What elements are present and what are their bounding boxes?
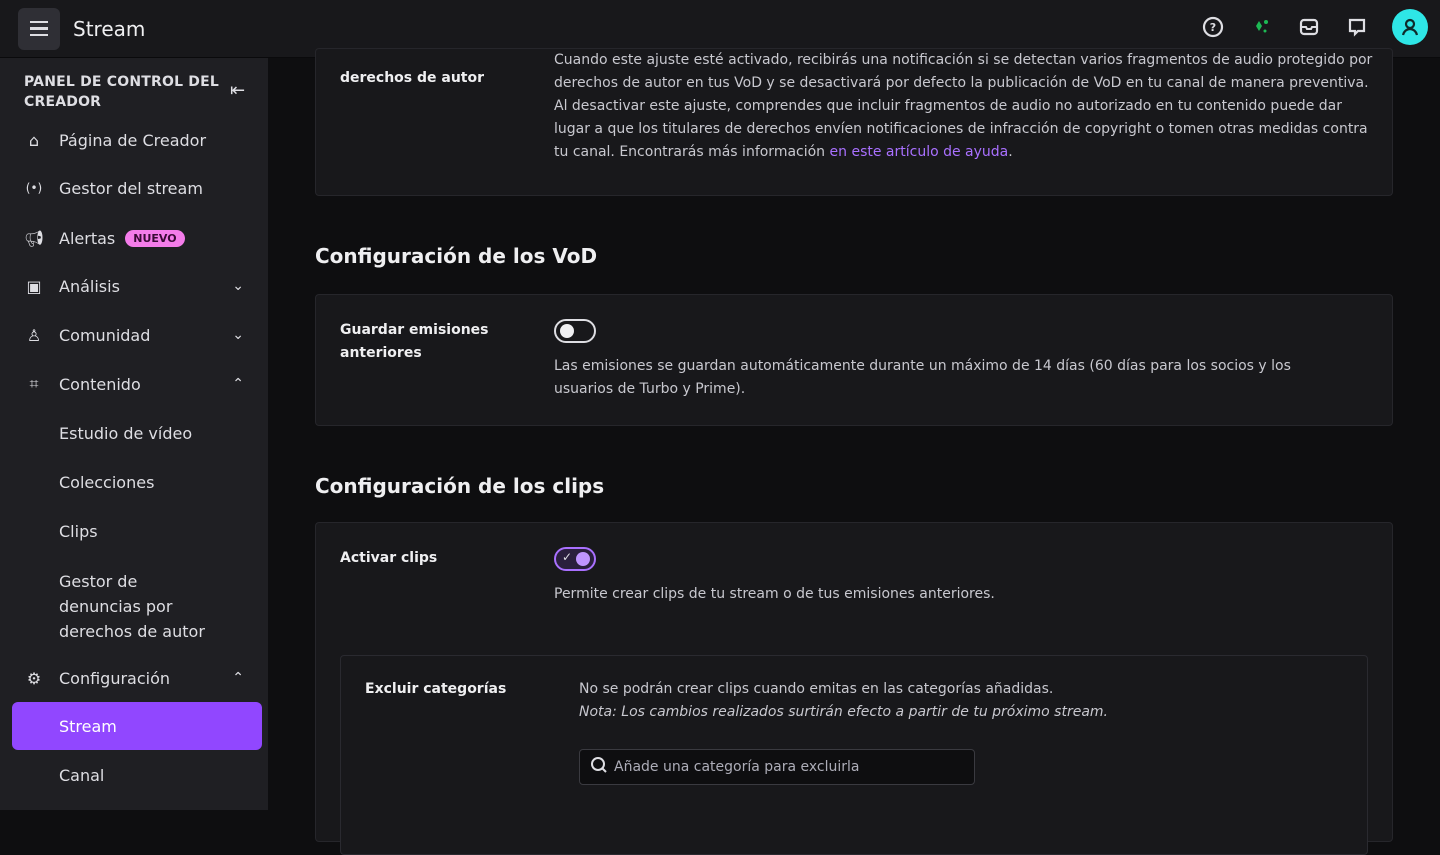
community-icon: ♙ xyxy=(26,325,42,345)
main-content: derechos de autor Cuando este ajuste est… xyxy=(268,48,1440,855)
setting-description: Las emisiones se guardan automáticamente… xyxy=(554,358,1291,397)
sidebar-item-label: Análisis xyxy=(59,276,120,296)
whispers-icon[interactable] xyxy=(1344,14,1370,40)
collapse-sidebar-icon[interactable]: ⇤ xyxy=(230,80,245,101)
sidebar-item-label: Estudio de vídeo xyxy=(59,423,193,443)
search-icon xyxy=(590,756,608,778)
sidebar-item-clips[interactable]: Clips xyxy=(12,511,262,551)
sidebar-item-analytics[interactable]: ▣ Análisis ⌄ xyxy=(12,266,262,306)
analytics-icon: ▣ xyxy=(26,276,42,296)
sidebar: PANEL DE CONTROL DEL CREADOR ⇤ ⌂ Página d… xyxy=(0,58,268,810)
section-heading-clips: Configuración de los clips xyxy=(315,474,605,498)
page-title: Stream xyxy=(73,16,146,41)
chevron-up-icon: ⌃ xyxy=(232,376,244,392)
setting-label: Excluir categorías xyxy=(365,681,507,697)
sidebar-item-stream-manager[interactable]: (•) Gestor del stream xyxy=(12,168,262,208)
sidebar-item-label: Canal xyxy=(59,765,105,785)
setting-label: Activar clips xyxy=(340,550,438,566)
setting-note: Nota: Los cambios realizados surtirán ef… xyxy=(579,704,1109,720)
help-icon[interactable]: ? xyxy=(1200,14,1226,40)
sidebar-item-label: Clips xyxy=(59,521,98,541)
sidebar-heading: PANEL DE CONTROL DEL CREADOR xyxy=(24,74,219,110)
sidebar-item-label: Alertas xyxy=(59,228,116,248)
vod-setting-card: Guardar emisiones anteriores Las emision… xyxy=(315,294,1393,426)
setting-label: derechos de autor xyxy=(340,70,485,86)
help-article-link[interactable]: en este artículo de ayuda xyxy=(830,144,1009,160)
sidebar-item-label: Configuración xyxy=(59,668,171,688)
sidebar-item-channel[interactable]: Canal xyxy=(12,755,262,795)
sidebar-item-label: Stream xyxy=(59,716,117,736)
sidebar-item-stream[interactable]: Stream xyxy=(12,702,262,750)
sidebar-item-label: Página de Creador xyxy=(59,130,207,150)
avatar[interactable] xyxy=(1392,9,1428,45)
inbox-icon[interactable] xyxy=(1296,14,1322,40)
broadcast-icon: (•) xyxy=(25,181,43,195)
copyright-setting-card: derechos de autor Cuando este ajuste est… xyxy=(315,48,1393,196)
sidebar-item-alerts[interactable]: 📢︎ Alertas NUEVO xyxy=(12,218,262,258)
sidebar-item-creator-page[interactable]: ⌂ Página de Creador xyxy=(12,120,262,160)
svg-text:?: ? xyxy=(1210,21,1216,34)
sidebar-item-community[interactable]: ♙ Comunidad ⌄ xyxy=(12,315,262,355)
home-icon: ⌂ xyxy=(28,130,40,150)
clips-setting-card: Activar clips ✓ Permite crear clips de t… xyxy=(315,522,1393,855)
gear-icon: ⚙ xyxy=(26,668,42,688)
sidebar-item-label: Gestor de denuncias por derechos de auto… xyxy=(59,571,205,641)
menu-button[interactable] xyxy=(18,7,60,50)
content-icon: ⌗ xyxy=(29,374,39,393)
sidebar-item-settings[interactable]: ⚙ Configuración ⌃ xyxy=(12,658,262,698)
exclude-category-search-input[interactable]: Añade una categoría para excluirla xyxy=(579,749,975,785)
enable-clips-toggle[interactable]: ✓ xyxy=(554,547,596,571)
chevron-up-icon: ⌃ xyxy=(232,670,244,686)
setting-label: Guardar emisiones anteriores xyxy=(340,322,489,361)
sidebar-item-label: Comunidad xyxy=(59,325,151,345)
setting-description: No se podrán crear clips cuando emitas e… xyxy=(579,681,1054,697)
sidebar-item-label: Contenido xyxy=(59,374,141,394)
chevron-down-icon: ⌄ xyxy=(232,327,244,343)
sidebar-item-content[interactable]: ⌗ Contenido ⌃ xyxy=(12,364,262,404)
sidebar-item-label: Colecciones xyxy=(59,472,155,492)
sidebar-item-video-studio[interactable]: Estudio de vídeo xyxy=(12,413,262,453)
sidebar-item-copyright-manager[interactable]: Gestor de denuncias por derechos de auto… xyxy=(12,566,252,646)
new-badge: NUEVO xyxy=(125,229,185,247)
chevron-down-icon: ⌄ xyxy=(232,278,244,294)
setting-description: Permite crear clips de tu stream o de tu… xyxy=(554,586,995,602)
crown-sparkle-icon[interactable] xyxy=(1248,14,1274,40)
search-placeholder: Añade una categoría para excluirla xyxy=(614,759,860,775)
sidebar-item-collections[interactable]: Colecciones xyxy=(12,462,262,502)
exclude-categories-card: Excluir categorías No se podrán crear cl… xyxy=(340,655,1368,855)
megaphone-icon: 📢︎ xyxy=(23,228,45,248)
sidebar-item-label: Gestor del stream xyxy=(59,178,203,198)
save-past-broadcasts-toggle[interactable] xyxy=(554,319,596,343)
section-heading-vod: Configuración de los VoD xyxy=(315,244,598,268)
setting-description: Cuando este ajuste esté activado, recibi… xyxy=(554,52,1373,160)
